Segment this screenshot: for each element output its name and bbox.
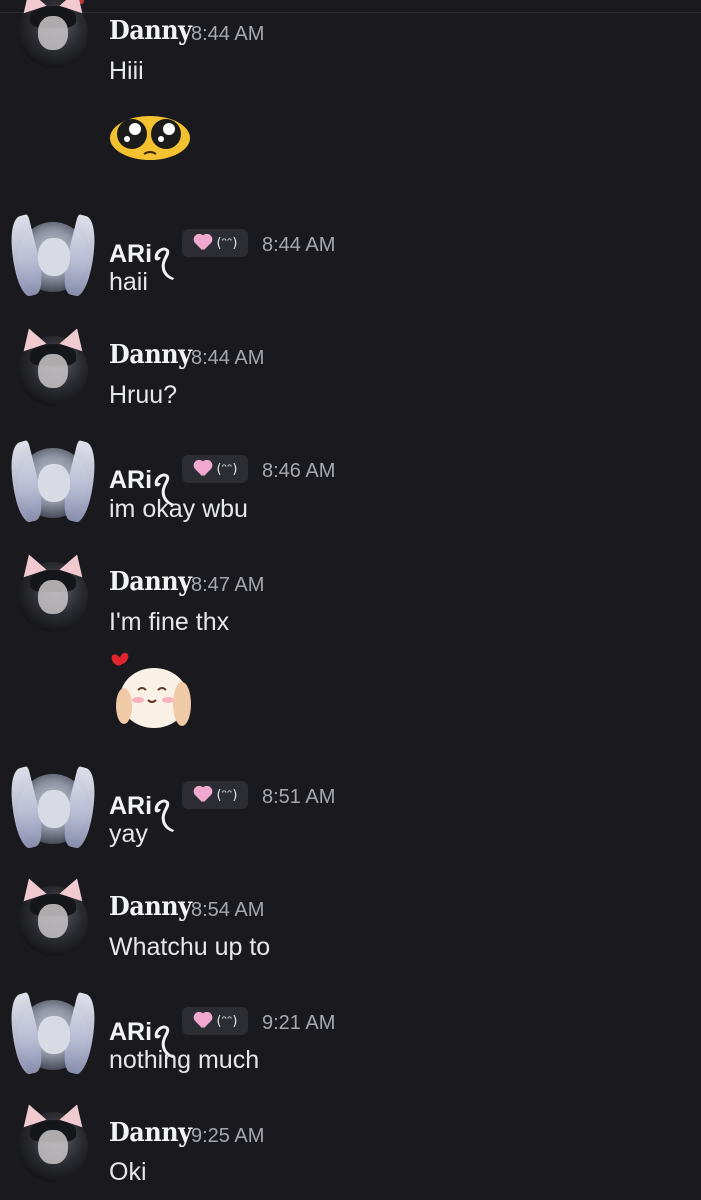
timestamp: 9:21 AM xyxy=(262,1012,336,1034)
message-text: im okay wbu xyxy=(109,495,248,523)
author-name-text: ARi xyxy=(109,466,153,494)
message-text: yay xyxy=(109,820,148,848)
author-name-suffix: ꪖ xyxy=(152,466,172,494)
timestamp: 8:44 AM xyxy=(262,234,336,256)
timestamp: 8:51 AM xyxy=(262,786,336,808)
message-text: Hiii xyxy=(109,57,144,85)
avatar-danny[interactable] xyxy=(17,1100,89,1182)
avatar-ari[interactable] xyxy=(2,214,104,298)
author-name-text: ARi xyxy=(109,1018,153,1046)
message-text: nothing much xyxy=(109,1046,260,1074)
badge-kaomoji: (ᵔᵔ) xyxy=(216,1013,238,1029)
badge-kaomoji: (ᵔᵔ) xyxy=(216,787,238,803)
message-text: Hruu? xyxy=(109,381,178,409)
message-text: Whatchu up to xyxy=(109,933,271,961)
author-name[interactable]: Danny xyxy=(109,340,192,370)
avatar-ari[interactable] xyxy=(2,992,104,1076)
heart-icon xyxy=(193,461,213,477)
message-text: I'm fine thx xyxy=(109,608,230,636)
author-name-text: ARi xyxy=(109,240,153,268)
author-name[interactable]: Danny xyxy=(109,892,192,922)
author-name-suffix: ꪖ xyxy=(152,792,172,820)
timestamp: 9:25 AM xyxy=(191,1125,265,1147)
avatar-ari[interactable] xyxy=(2,440,104,524)
author-name[interactable]: Danny xyxy=(109,1118,192,1148)
timestamp: 8:54 AM xyxy=(191,899,265,921)
message-text: Oki xyxy=(109,1158,147,1186)
role-badge[interactable]: (ᵔᵔ) xyxy=(182,229,248,257)
author-name-suffix: ꪖ xyxy=(152,1018,172,1046)
avatar-danny[interactable] xyxy=(17,324,89,406)
role-badge[interactable]: (ᵔᵔ) xyxy=(182,1007,248,1035)
timestamp: 8:46 AM xyxy=(262,460,336,482)
heart-icon xyxy=(193,1013,213,1029)
timestamp: 8:44 AM xyxy=(191,347,265,369)
author-name-text: ARi xyxy=(109,792,153,820)
author-name[interactable]: Danny xyxy=(109,567,192,597)
timestamp: 8:47 AM xyxy=(191,574,265,596)
badge-kaomoji: (ᵔᵔ) xyxy=(216,235,238,251)
author-name-suffix: ꪖ xyxy=(152,240,172,268)
avatar-ari[interactable] xyxy=(2,766,104,850)
top-bar xyxy=(0,0,701,13)
heart-icon xyxy=(193,235,213,251)
timestamp: 8:44 AM xyxy=(191,23,265,45)
avatar-danny[interactable] xyxy=(17,874,89,956)
heart-icon xyxy=(193,787,213,803)
role-badge[interactable]: (ᵔᵔ) xyxy=(182,781,248,809)
pleading-eyes-emoji[interactable] xyxy=(108,112,192,162)
role-badge[interactable]: (ᵔᵔ) xyxy=(182,455,248,483)
bunny-heart-sticker[interactable] xyxy=(108,646,192,730)
avatar-danny[interactable] xyxy=(17,0,89,68)
avatar-danny[interactable] xyxy=(17,550,89,632)
message-text: haii xyxy=(109,268,148,296)
author-name[interactable]: Danny xyxy=(109,16,192,46)
badge-kaomoji: (ᵔᵔ) xyxy=(216,461,238,477)
